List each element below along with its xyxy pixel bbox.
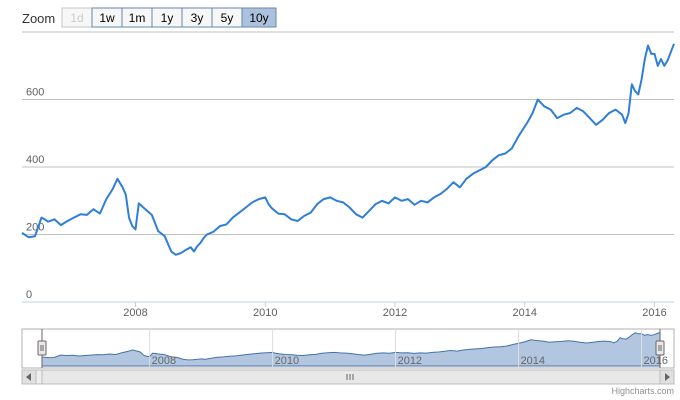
zoom-button-1d[interactable]: 1d	[61, 7, 93, 28]
zoom-button-1y[interactable]: 1y	[151, 7, 183, 28]
scrollbar-thumb[interactable]	[41, 369, 661, 385]
y-tick-label: 200	[26, 222, 44, 234]
zoom-button-1w[interactable]: 1w	[91, 7, 123, 28]
y-tick-label: 600	[26, 87, 44, 99]
zoom-button-label: 10y	[249, 11, 268, 25]
x-tick-label: 2012	[383, 307, 407, 319]
zoom-button-3y[interactable]: 3y	[181, 7, 213, 28]
y-grid	[22, 31, 674, 235]
scrollbar-right-arrow[interactable]	[659, 369, 675, 385]
y-axis: 0 200 400 600	[26, 87, 44, 302]
zoom-button-label: 1y	[161, 11, 174, 25]
zoom-button-label: 3y	[191, 11, 204, 25]
navigator-tick-label: 2016	[644, 355, 668, 367]
x-tick-label: 2014	[513, 307, 537, 319]
navigator-tick-label: 2012	[398, 355, 422, 367]
zoom-button-label: 5y	[221, 11, 234, 25]
zoom-label: Zoom	[22, 11, 55, 26]
x-axis: 2008 2010 2012 2014 2016	[123, 302, 667, 319]
zoom-button-label: 1m	[129, 11, 146, 25]
navigator-tick-label: 2014	[521, 355, 545, 367]
credits-link[interactable]: Highcharts.com	[611, 386, 674, 396]
zoom-button-5y[interactable]: 5y	[211, 7, 243, 28]
zoom-button-1m[interactable]: 1m	[121, 7, 153, 28]
scrollbar-left-arrow[interactable]	[21, 369, 37, 385]
price-series-line	[21, 43, 675, 256]
x-tick-label: 2016	[642, 307, 666, 319]
zoom-buttons: 1d 1w 1m 1y 3y 5y 10y	[61, 7, 277, 28]
navigator-tick-label: 2010	[275, 355, 299, 367]
y-tick-label: 400	[26, 154, 44, 166]
navigator-series-area	[41, 331, 661, 367]
zoom-button-label: 1d	[70, 11, 83, 25]
zoom-button-label: 1w	[99, 11, 115, 25]
navigator-right-handle[interactable]	[655, 340, 665, 356]
x-tick-label: 2010	[253, 307, 277, 319]
x-tick-label: 2008	[123, 307, 147, 319]
y-tick-label: 0	[26, 289, 32, 301]
zoom-button-10y[interactable]: 10y	[241, 7, 277, 28]
stock-chart: Zoom 1d 1w 1m 1y 3y 5y 10y 0 200 400 600 2008 2010…	[21, 7, 675, 396]
navigator-left-handle[interactable]	[37, 340, 47, 356]
navigator-tick-label: 2008	[152, 355, 176, 367]
